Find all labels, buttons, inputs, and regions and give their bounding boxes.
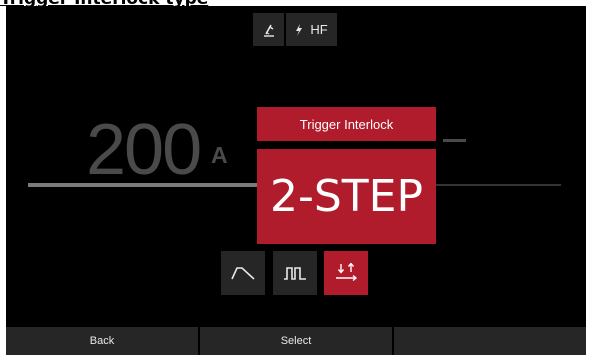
lightning-icon: [296, 23, 303, 36]
softkey-bar: Back Select: [6, 327, 586, 355]
pulse-icon: [284, 267, 306, 280]
hf-button[interactable]: HF: [286, 13, 337, 46]
slope-icon: [231, 267, 255, 280]
two-step-icon: [336, 263, 358, 282]
status-bar: HF: [253, 13, 337, 46]
torch-button[interactable]: [253, 13, 284, 46]
current-slider-fill: [28, 183, 258, 187]
mode-button-slope[interactable]: [221, 251, 265, 295]
blank-softkey[interactable]: [392, 327, 586, 355]
current-unit: A: [211, 142, 228, 168]
current-value: 200: [86, 110, 202, 190]
select-softkey[interactable]: Select: [198, 327, 392, 355]
mode-button-pulse[interactable]: [273, 251, 317, 295]
dash-indicator: [443, 139, 466, 142]
torch-icon: [263, 24, 274, 37]
mode-button-two-step[interactable]: [324, 251, 368, 295]
hf-label: HF: [310, 22, 328, 37]
popup-value: 2-STEP: [257, 149, 436, 244]
popup-title: Trigger Interlock: [257, 107, 436, 141]
welder-screen: HF 200 A Trigger Interlock 2-STEP Back S…: [6, 6, 586, 355]
back-softkey[interactable]: Back: [6, 327, 198, 355]
